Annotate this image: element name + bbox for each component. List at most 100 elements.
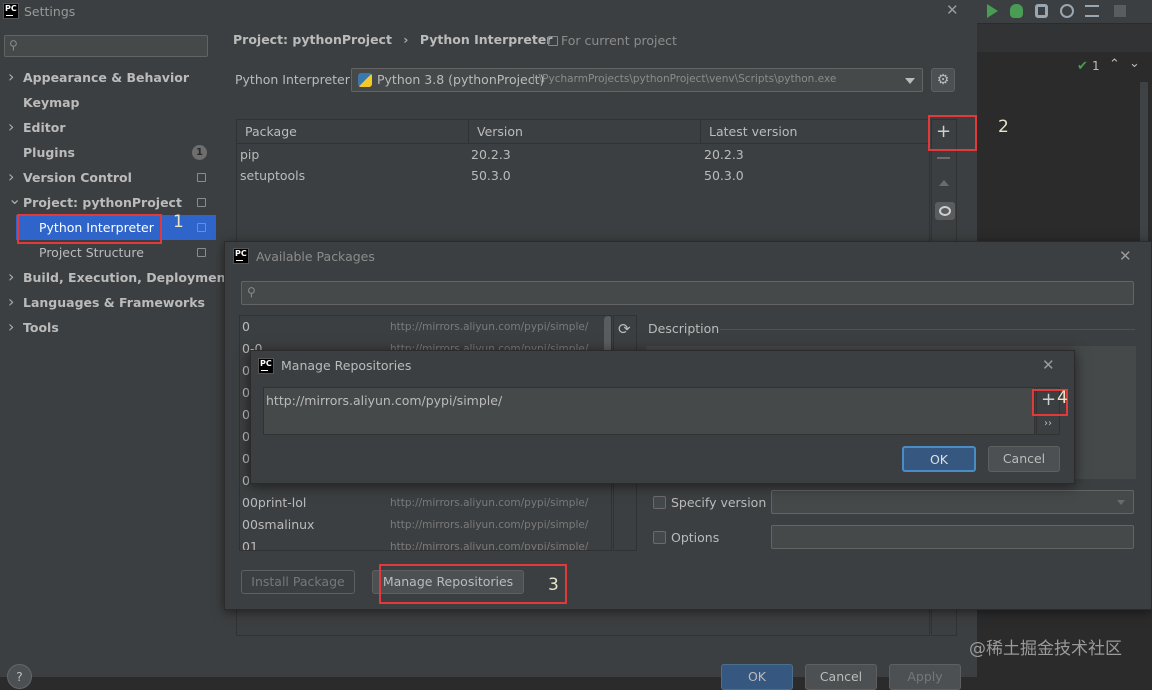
settings-cancel-button[interactable]: Cancel (805, 664, 877, 690)
install-package-button[interactable]: Install Package (241, 570, 355, 594)
specify-version-checkbox[interactable] (653, 496, 666, 509)
list-item[interactable]: 0 http://mirrors.aliyun.com/pypi/simple/ (240, 316, 611, 338)
chevron-up-icon[interactable]: ⌃ (1109, 57, 1120, 72)
remove-package-button[interactable] (937, 157, 950, 159)
inspection-count: 1 (1092, 59, 1100, 73)
python-icon (358, 73, 372, 87)
sidebar-item[interactable]: › Appearance & Behavior (0, 65, 216, 90)
project-level-icon (197, 248, 206, 257)
header-divider (468, 120, 469, 144)
list-item[interactable]: 00print-lol http://mirrors.aliyun.com/pyp… (240, 492, 611, 514)
package-name: 0 (242, 385, 250, 400)
close-icon[interactable]: ✕ (1042, 358, 1055, 373)
sidebar-item-label: Languages & Frameworks (23, 295, 205, 310)
header-version[interactable]: Version (477, 124, 523, 139)
repository-url[interactable]: http://mirrors.aliyun.com/pypi/simple/ (266, 393, 502, 408)
package-name: 0 (242, 319, 250, 334)
annotation-box-2 (928, 115, 977, 151)
package-name: 01 (242, 539, 258, 551)
package-latest: 50.3.0 (704, 168, 744, 183)
sidebar-item[interactable]: › Editor (0, 115, 216, 140)
sidebar-item-label: Project: pythonProject (23, 195, 182, 210)
close-icon[interactable]: ✕ (946, 3, 959, 18)
search-icon: ⚲ (247, 285, 256, 299)
interpreter-select[interactable]: Python 3.8 (pythonProject) I:\PycharmPro… (351, 68, 923, 92)
package-name: 00print-lol (242, 495, 307, 510)
repositories-ok-button[interactable]: OK (902, 446, 976, 472)
package-search-input[interactable]: ⚲ (241, 281, 1134, 305)
chevron-right-icon[interactable]: › (8, 167, 14, 186)
close-icon[interactable]: ✕ (1119, 249, 1132, 264)
list-item[interactable]: 00smalinux http://mirrors.aliyun.com/pypi… (240, 514, 611, 536)
more-actions-button[interactable]: ›› (1044, 418, 1052, 429)
sidebar-item-label: Tools (23, 320, 59, 335)
sidebar-item-label: Build, Execution, Deployment (23, 270, 232, 285)
refresh-icon: ⟳ (618, 320, 631, 338)
package-version: 50.3.0 (471, 168, 511, 183)
show-early-releases-button[interactable] (935, 202, 955, 220)
sidebar-item[interactable]: › Tools (0, 315, 216, 340)
profile-icon[interactable] (1060, 4, 1074, 18)
specify-version-label: Specify version (671, 495, 767, 510)
version-select[interactable] (771, 490, 1134, 514)
breadcrumb-project[interactable]: Project: pythonProject (233, 32, 392, 47)
sidebar-item[interactable]: Plugins 1 (0, 140, 216, 165)
breadcrumb-page: Python Interpreter (419, 32, 553, 47)
options-input[interactable] (771, 525, 1134, 549)
annotation-number-2: 2 (998, 117, 1009, 137)
window-title: Settings (24, 4, 76, 19)
project-level-icon (197, 198, 206, 207)
sidebar-item[interactable]: › Build, Execution, Deployment (0, 265, 231, 290)
package-name: 0 (242, 451, 250, 466)
upgrade-package-button[interactable] (939, 180, 949, 186)
table-row[interactable]: setuptools 50.3.0 50.3.0 (237, 166, 931, 187)
chevron-down-icon[interactable]: ⌄ (8, 189, 21, 208)
dialog-title: Available Packages (256, 249, 375, 264)
sidebar-item[interactable]: › Languages & Frameworks (0, 290, 216, 315)
chevron-right-icon[interactable]: › (8, 317, 14, 336)
settings-titlebar: PC Settings ✕ (0, 0, 977, 24)
run-icon[interactable] (987, 4, 998, 18)
repository-list: http://mirrors.aliyun.com/pypi/simple/ (263, 387, 1035, 435)
build-icon[interactable] (1085, 5, 1099, 17)
coverage-icon[interactable] (1035, 4, 1048, 18)
options-checkbox[interactable] (653, 531, 666, 544)
annotation-number-3: 3 (548, 575, 559, 595)
settings-search-input[interactable]: ⚲ (4, 35, 208, 57)
gear-icon: ⚙ (936, 72, 950, 88)
header-divider (700, 120, 701, 144)
chevron-right-icon[interactable]: › (8, 117, 14, 136)
sidebar-item[interactable]: › Version Control (0, 165, 216, 190)
package-name: 0 (242, 407, 250, 422)
package-repository: http://mirrors.aliyun.com/pypi/simple/ (390, 519, 589, 531)
watermark: @稀土掘金技术社区 (969, 639, 1122, 659)
chevron-right-icon[interactable]: › (8, 67, 14, 86)
chevron-down-icon[interactable]: ⌄ (1129, 56, 1140, 71)
sidebar-item-label: Plugins (23, 145, 75, 160)
repositories-cancel-button[interactable]: Cancel (988, 446, 1060, 472)
chevron-right-icon[interactable]: › (8, 292, 14, 311)
debug-icon[interactable] (1010, 4, 1023, 18)
interpreter-path: I:\PycharmProjects\pythonProject\venv\Sc… (532, 73, 837, 85)
annotation-box-3 (379, 564, 567, 604)
package-version: 20.2.3 (471, 147, 511, 162)
list-item[interactable]: 01 http://mirrors.aliyun.com/pypi/simple/ (240, 536, 611, 551)
package-latest: 20.2.3 (704, 147, 744, 162)
inspection-check-icon: ✔ (1077, 59, 1088, 74)
header-latest-version[interactable]: Latest version (709, 124, 797, 139)
breadcrumb: Project: pythonProject › Python Interpre… (233, 32, 552, 50)
editor-scrollbar[interactable] (1140, 82, 1148, 242)
options-label: Options (671, 530, 720, 545)
interpreter-settings-button[interactable]: ⚙ (931, 68, 955, 92)
header-package[interactable]: Package (245, 124, 297, 139)
pycharm-logo: PC (3, 3, 19, 19)
sidebar-item[interactable]: Keymap (0, 90, 216, 115)
table-row[interactable]: pip 20.2.3 20.2.3 (237, 145, 931, 166)
stop-icon[interactable] (1114, 5, 1126, 17)
editor-area: ✔ 1 ⌃ ⌄ (977, 52, 1152, 252)
pycharm-logo: PC (233, 248, 249, 264)
settings-ok-button[interactable]: OK (721, 664, 793, 690)
settings-apply-button[interactable]: Apply (889, 664, 961, 690)
description-label: Description (648, 321, 720, 336)
chevron-right-icon[interactable]: › (8, 267, 14, 286)
